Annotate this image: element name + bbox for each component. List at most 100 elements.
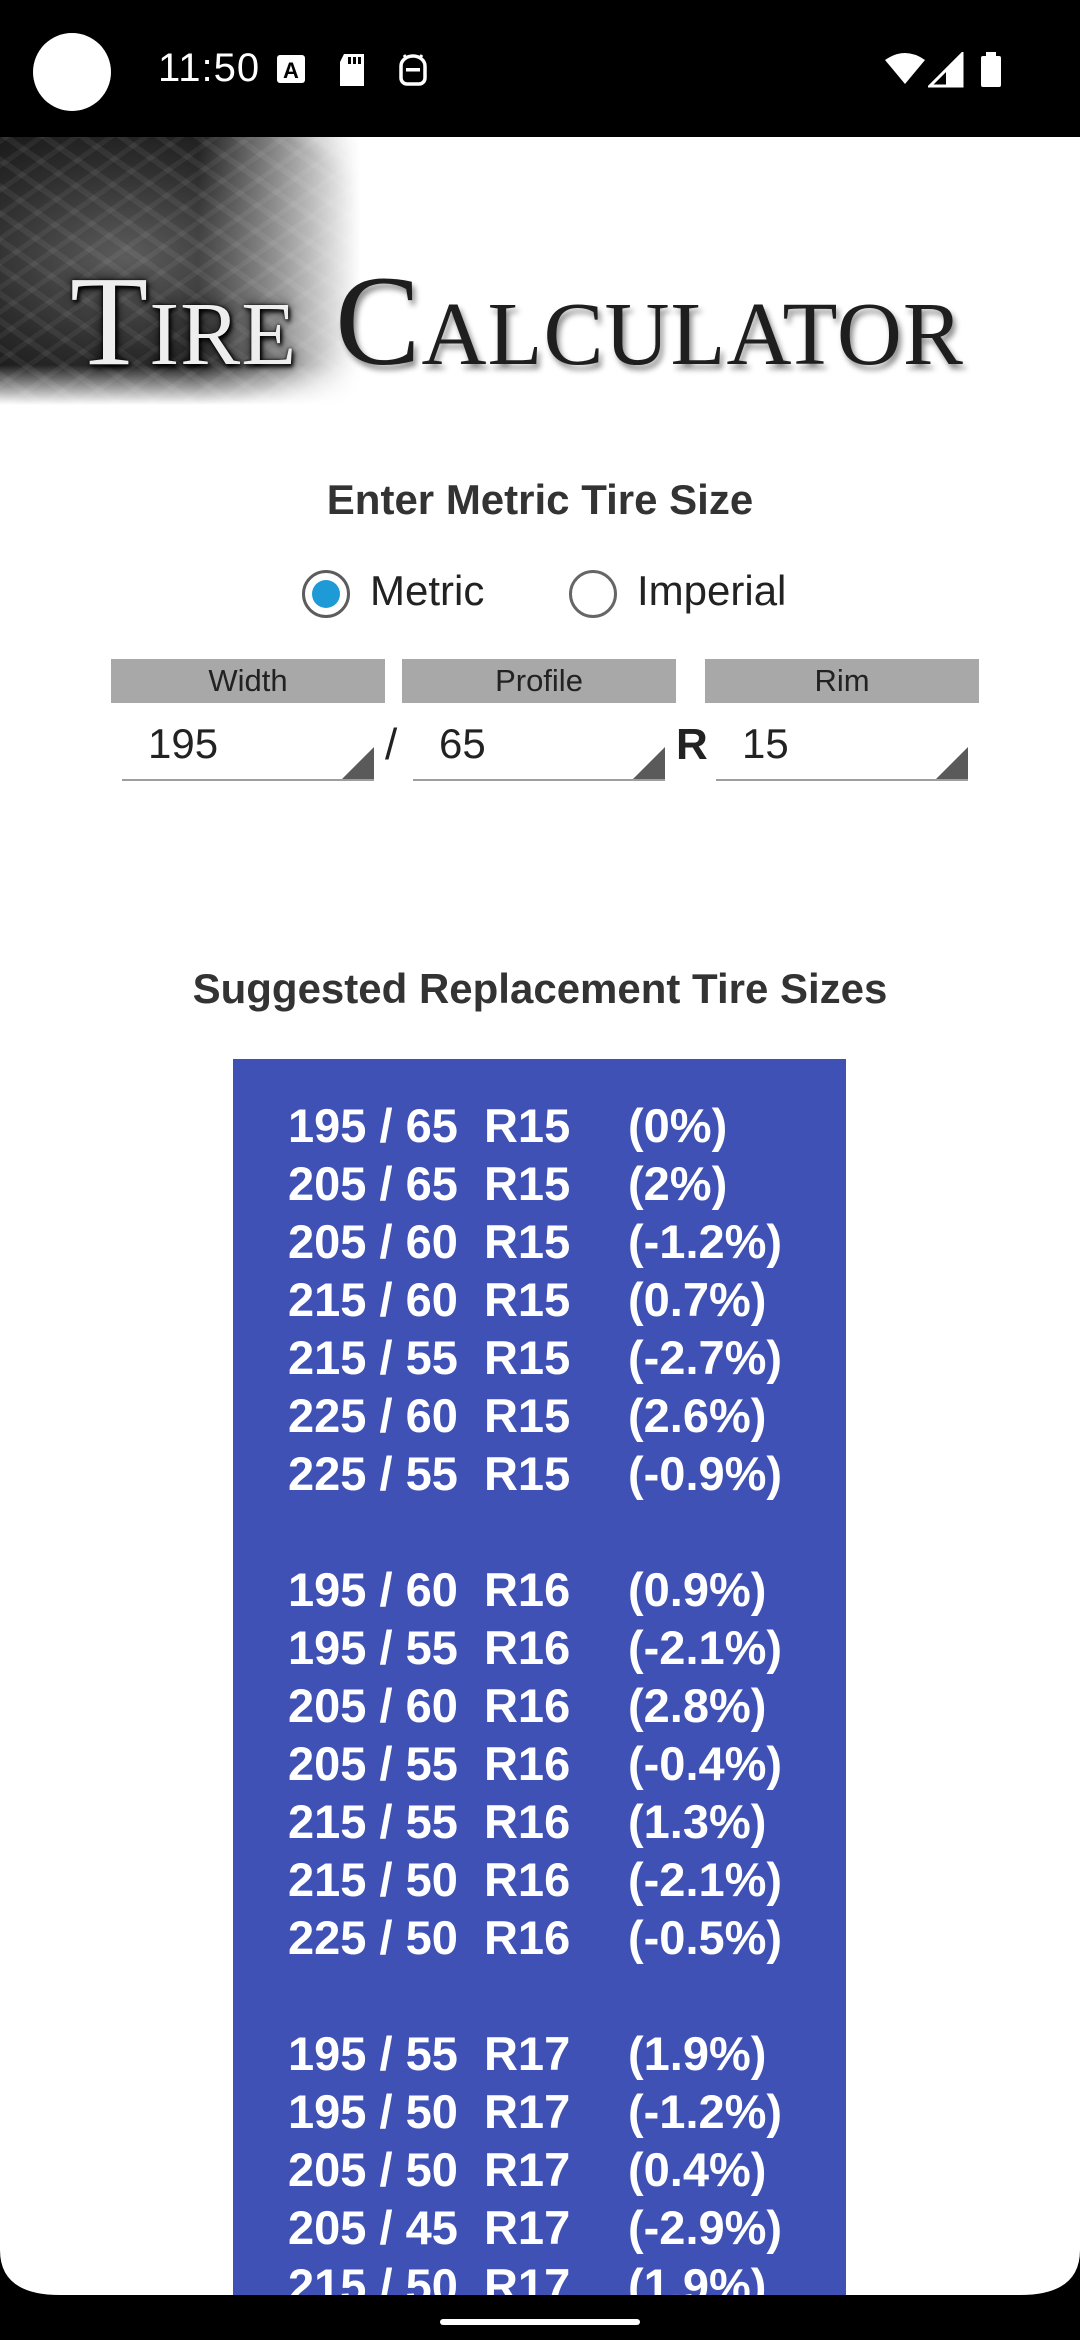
- list-item: 215 / 55 R15 (-2.7%): [288, 1329, 782, 1387]
- tire-size: 195 / 55 R16: [288, 1621, 571, 1674]
- size-difference: (0%): [628, 1099, 728, 1152]
- size-difference: (1.3%): [628, 1795, 767, 1848]
- android-debug-icon: [399, 54, 427, 86]
- signal-icon: [928, 52, 964, 88]
- list-item: 225 / 55 R15 (-0.9%): [288, 1445, 782, 1503]
- phone-frame: 11:50 A Tire Calculator Enter Metric Tir…: [0, 0, 1080, 2340]
- width-spinner[interactable]: 195: [122, 715, 374, 781]
- enter-size-title: Enter Metric Tire Size: [326, 476, 754, 523]
- metric-radio-label[interactable]: Metric: [370, 567, 484, 615]
- tire-size: 205 / 55 R16: [288, 1737, 571, 1790]
- size-difference: (2.6%): [628, 1389, 767, 1442]
- list-item: 205 / 60 R16 (2.8%): [288, 1677, 782, 1735]
- camera-cutout: [33, 33, 111, 111]
- navigation-bar: [0, 2295, 1080, 2340]
- size-difference: (1.9%): [628, 2259, 767, 2295]
- list-item: 225 / 60 R15 (2.6%): [288, 1387, 782, 1445]
- slash-separator: /: [385, 720, 398, 769]
- tire-size: 195 / 65 R15: [288, 1099, 571, 1152]
- tire-size: 205 / 60 R16: [288, 1679, 571, 1732]
- tire-size: 215 / 55 R15: [288, 1331, 571, 1384]
- status-bar: 11:50 A: [0, 0, 1080, 137]
- tire-size: 195 / 55 R17: [288, 2027, 571, 2080]
- tire-size: 205 / 45 R17: [288, 2201, 571, 2254]
- svg-text:A: A: [283, 58, 299, 83]
- dropdown-arrow-icon: [342, 747, 374, 779]
- a-icon: A: [277, 55, 305, 83]
- tire-size: 205 / 60 R15: [288, 1215, 571, 1268]
- r-separator: R: [676, 720, 708, 769]
- dropdown-arrow-icon: [936, 747, 968, 779]
- size-difference: (0.9%): [628, 1563, 767, 1616]
- size-difference: (-0.5%): [628, 1911, 783, 1964]
- status-time: 11:50: [158, 46, 261, 90]
- tire-size: 205 / 50 R17: [288, 2143, 571, 2196]
- size-difference: (-0.9%): [628, 1447, 783, 1500]
- list-item: 215 / 55 R16 (1.3%): [288, 1793, 782, 1851]
- result-list-content: 195 / 65 R15 (0%) 205 / 65 R15 (2%) 205 / 60…: [288, 1097, 782, 2295]
- wifi-icon: [885, 53, 925, 84]
- suggested-sizes-title: Suggested Replacement Tire Sizes: [192, 965, 888, 1012]
- tire-size: 215 / 50 R16: [288, 1853, 571, 1906]
- size-difference: (-2.9%): [628, 2201, 783, 2254]
- width-value: 195: [148, 720, 219, 767]
- profile-header: Profile: [402, 659, 676, 703]
- list-item: 205 / 55 R16 (-0.4%): [288, 1735, 782, 1793]
- rim-header: Rim: [705, 659, 979, 703]
- list-item: 195 / 60 R16 (0.9%): [288, 1561, 782, 1619]
- list-item: 195 / 65 R15 (0%): [288, 1097, 782, 1155]
- rim-value: 15: [742, 720, 789, 767]
- size-difference: (-0.4%): [628, 1737, 783, 1790]
- size-difference: (-1.2%): [628, 2085, 783, 2138]
- home-gesture-handle[interactable]: [440, 2319, 640, 2325]
- size-difference: (2%): [628, 1157, 728, 1210]
- list-item: 195 / 55 R16 (-2.1%): [288, 1619, 782, 1677]
- unit-radio-group: Metric Imperial: [0, 562, 1080, 622]
- profile-spinner[interactable]: 65: [413, 715, 665, 781]
- tire-size: 195 / 60 R16: [288, 1563, 571, 1616]
- size-difference: (2.8%): [628, 1679, 767, 1732]
- dropdown-arrow-icon: [633, 747, 665, 779]
- sd-card-icon: [340, 54, 364, 86]
- imperial-radio-label[interactable]: Imperial: [637, 567, 786, 615]
- tire-size: 205 / 65 R15: [288, 1157, 571, 1210]
- size-difference: (-1.2%): [628, 1215, 783, 1268]
- size-difference: (0.7%): [628, 1273, 767, 1326]
- tire-size: 225 / 55 R15: [288, 1447, 571, 1500]
- tire-size: 225 / 50 R16: [288, 1911, 571, 1964]
- list-item: 215 / 60 R15 (0.7%): [288, 1271, 782, 1329]
- suggested-sizes-list: 195 / 65 R15 (0%) 205 / 65 R15 (2%) 205 / 60…: [233, 1059, 846, 2295]
- app-banner: Tire Calculator: [0, 137, 1080, 405]
- size-difference: (1.9%): [628, 2027, 767, 2080]
- width-header: Width: [111, 659, 385, 703]
- list-item: 205 / 45 R17 (-2.9%): [288, 2199, 782, 2257]
- list-item: 215 / 50 R17 (1.9%): [288, 2257, 782, 2295]
- app-screen: Tire Calculator Enter Metric Tire Size Me…: [0, 137, 1080, 2295]
- tire-size: 215 / 60 R15: [288, 1273, 571, 1326]
- logo-word-tire: Tire: [70, 250, 298, 392]
- logo-word-calculator: Calculator: [335, 250, 964, 392]
- list-item: 215 / 50 R16 (-2.1%): [288, 1851, 782, 1909]
- list-item: 205 / 60 R15 (-1.2%): [288, 1213, 782, 1271]
- tire-size: 195 / 50 R17: [288, 2085, 571, 2138]
- size-difference: (-2.1%): [628, 1853, 783, 1906]
- tire-size: 225 / 60 R15: [288, 1389, 571, 1442]
- imperial-radio[interactable]: [569, 570, 617, 618]
- battery-icon: [981, 52, 1001, 87]
- tire-size: 215 / 50 R17: [288, 2259, 571, 2295]
- profile-value: 65: [439, 720, 486, 767]
- list-item: 205 / 65 R15 (2%): [288, 1155, 782, 1213]
- size-difference: (0.4%): [628, 2143, 767, 2196]
- list-item: 225 / 50 R16 (-0.5%): [288, 1909, 782, 1967]
- rim-spinner[interactable]: 15: [716, 715, 968, 781]
- size-difference: (-2.1%): [628, 1621, 783, 1674]
- list-item: 195 / 50 R17 (-1.2%): [288, 2083, 782, 2141]
- tire-size: 215 / 55 R16: [288, 1795, 571, 1848]
- metric-radio[interactable]: [302, 570, 350, 618]
- list-item: 205 / 50 R17 (0.4%): [288, 2141, 782, 2199]
- list-item: 195 / 55 R17 (1.9%): [288, 2025, 782, 2083]
- size-difference: (-2.7%): [628, 1331, 783, 1384]
- app-logo: Tire Calculator: [70, 257, 964, 385]
